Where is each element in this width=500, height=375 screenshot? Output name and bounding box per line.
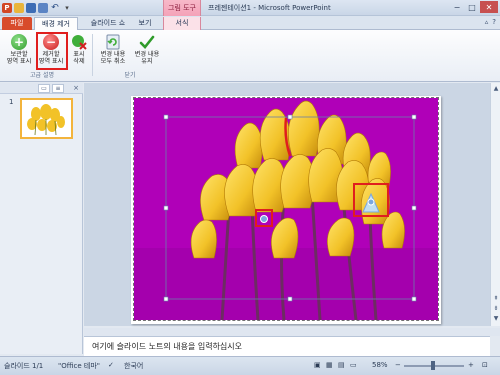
save-icon[interactable]: [26, 3, 36, 13]
notes-splitter[interactable]: [84, 328, 500, 336]
tulip-picture: [134, 98, 438, 321]
ribbon-minimize-icon[interactable]: ▵: [485, 18, 489, 26]
ribbon: + 보관할 영역 표시 − 제거할 영역 표시 표시 삭제 고급 설명 변경 내…: [0, 30, 500, 82]
tab-background-removal[interactable]: 배경 제거: [34, 17, 78, 30]
undo-icon[interactable]: ↶: [50, 3, 60, 13]
fit-to-window-icon[interactable]: ⊡: [482, 361, 488, 369]
zoom-level[interactable]: 58%: [372, 361, 388, 369]
scroll-prev-slide-icon[interactable]: ⇞: [492, 295, 500, 302]
normal-view-icon[interactable]: ▣: [314, 361, 321, 369]
title-bar: P ↶ ▾ 그림 도구 프레젠테이션1 - Microsoft PowerPoi…: [0, 0, 500, 16]
discard-all-changes-button[interactable]: 변경 내용 모두 취소: [96, 34, 130, 70]
ribbon-tabs: 파일 배경 제거 슬라이드 쇼 보기 서식 ▵ ?: [0, 16, 500, 30]
maximize-button[interactable]: □: [465, 1, 479, 13]
open-folder-icon[interactable]: [14, 3, 24, 13]
slide-indicator: 슬라이드 1/1: [4, 362, 44, 370]
quick-access-toolbar: P ↶ ▾: [2, 2, 72, 14]
outline-tab[interactable]: ≡: [52, 84, 64, 93]
theme-name: "Office 테마": [58, 362, 100, 370]
slide-show-icon[interactable]: ▭: [350, 361, 357, 369]
status-bar: 슬라이드 1/1 "Office 테마" ✓ 한국어 ▣ ▦ ▤ ▭ 58% −…: [0, 356, 500, 375]
scroll-next-slide-icon[interactable]: ⇟: [492, 305, 500, 312]
scroll-up-icon[interactable]: ▲: [492, 85, 500, 92]
keep-changes-button[interactable]: 변경 내용 유지: [130, 34, 164, 70]
powerpoint-logo-icon[interactable]: P: [2, 3, 12, 13]
zoom-slider[interactable]: [404, 361, 464, 370]
close-button[interactable]: ✕: [480, 1, 498, 13]
window-title: 프레젠테이션1 - Microsoft PowerPoint: [208, 4, 331, 12]
close-group: 변경 내용 모두 취소 변경 내용 유지 닫기: [96, 32, 164, 80]
minimize-button[interactable]: −: [450, 1, 464, 13]
language[interactable]: 한국어: [124, 361, 143, 371]
mark-areas-to-keep-button[interactable]: + 보관할 영역 표시: [4, 34, 34, 70]
help-icon[interactable]: ?: [492, 18, 496, 26]
slides-tab[interactable]: ▭: [38, 84, 50, 93]
tab-file[interactable]: 파일: [2, 17, 32, 30]
slide-thumbnail[interactable]: [20, 98, 73, 139]
slide-number: 1: [9, 98, 14, 106]
vertical-scrollbar[interactable]: ▲ ⇞ ⇟ ▼: [490, 83, 500, 326]
picture-frame[interactable]: [133, 97, 439, 321]
keep-mark-icon: [260, 215, 268, 223]
customize-qat-icon[interactable]: ▾: [62, 3, 72, 13]
ribbon-divider: [92, 34, 93, 76]
zoom-out-button[interactable]: −: [395, 361, 401, 369]
pane-close-icon[interactable]: ×: [73, 84, 79, 92]
context-tab-group-label: 그림 도구: [163, 0, 201, 16]
slides-pane: ▭ ≡ × 1: [0, 83, 83, 354]
spelling-icon[interactable]: ✓: [108, 361, 114, 369]
scroll-down-icon[interactable]: ▼: [492, 315, 500, 322]
save-as-icon[interactable]: [38, 3, 48, 13]
checkmark-icon: [139, 34, 155, 50]
mark-remove-highlight: [36, 32, 68, 70]
notes-pane[interactable]: 여기에 슬라이드 노트의 내용을 입력하십시오: [84, 336, 490, 356]
zoom-slider-thumb[interactable]: [431, 361, 435, 370]
slides-pane-tabs: ▭ ≡ ×: [0, 83, 83, 94]
window-controls: − □ ✕: [450, 1, 498, 13]
plus-icon: +: [11, 34, 27, 50]
refine-group-label: 고급 설명: [30, 72, 54, 79]
zoom-in-button[interactable]: +: [468, 361, 474, 369]
notes-placeholder: 여기에 슬라이드 노트의 내용을 입력하십시오: [92, 342, 243, 351]
refine-group: + 보관할 영역 표시 − 제거할 영역 표시 표시 삭제 고급 설명: [2, 32, 87, 80]
discard-changes-icon: [105, 34, 121, 50]
slide-editing-area: [84, 83, 500, 326]
close-group-label: 닫기: [124, 72, 136, 79]
slide-sorter-icon[interactable]: ▦: [326, 361, 333, 369]
reading-view-icon[interactable]: ▤: [338, 361, 345, 369]
tab-format[interactable]: 서식: [163, 17, 201, 30]
delete-mark-icon: [71, 34, 87, 50]
tab-view[interactable]: 보기: [134, 17, 156, 30]
tab-slide-show[interactable]: 슬라이드 쇼: [86, 17, 130, 30]
slide-canvas[interactable]: [131, 96, 441, 324]
delete-mark-button[interactable]: 표시 삭제: [68, 34, 90, 70]
